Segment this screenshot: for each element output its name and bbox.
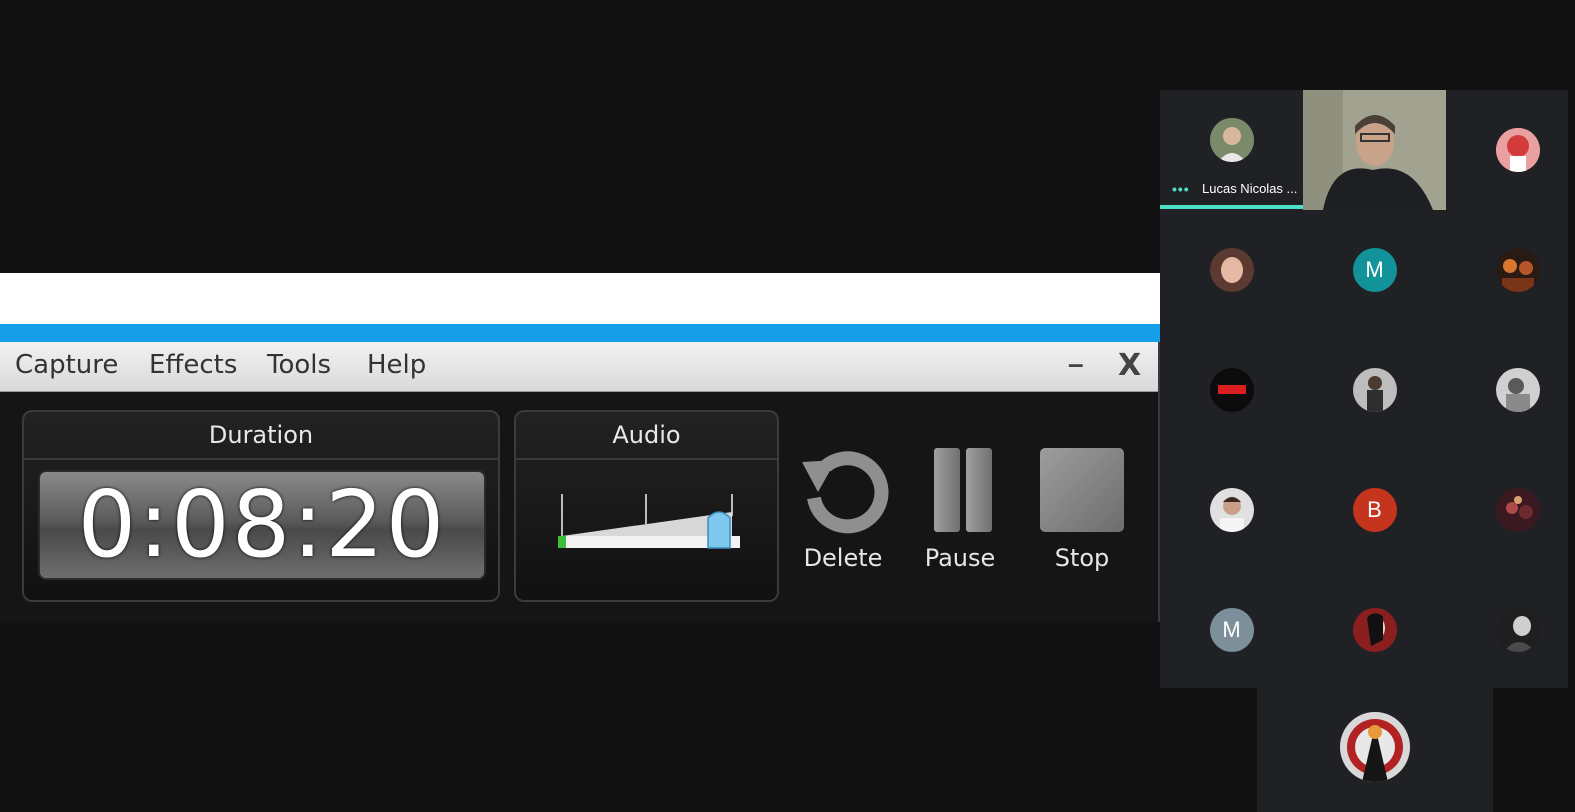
audio-title: Audio <box>516 412 777 460</box>
menu-bar: Capture Effects Tools Help – X <box>0 342 1158 392</box>
menu-effects[interactable]: Effects <box>149 350 237 380</box>
audio-panel: Audio <box>514 410 779 602</box>
participant-tile[interactable] <box>1160 210 1303 330</box>
delete-label: Delete <box>803 544 883 572</box>
participant-tile-large[interactable] <box>1340 712 1410 782</box>
avatar <box>1495 248 1540 292</box>
participant-tile[interactable]: B <box>1303 450 1446 570</box>
avatar <box>1352 608 1397 652</box>
participant-tile[interactable] <box>1446 90 1575 210</box>
avatar <box>1495 488 1540 532</box>
avatar: M <box>1352 248 1397 292</box>
avatar: B <box>1352 488 1397 532</box>
stop-icon <box>1040 448 1124 532</box>
close-button[interactable]: X <box>1118 348 1141 383</box>
participant-tile[interactable] <box>1303 330 1446 450</box>
participant-tile[interactable] <box>1446 210 1575 330</box>
participant-name: Lucas Nicolas ... <box>1202 181 1298 196</box>
menu-help[interactable]: Help <box>367 350 426 380</box>
avatar: M <box>1209 608 1254 652</box>
participant-tile-lucas[interactable]: ••• Lucas Nicolas ... <box>1160 90 1303 210</box>
delete-button[interactable]: Delete <box>796 446 890 576</box>
minimize-button[interactable]: – <box>1068 348 1084 380</box>
duration-panel: Duration 0:08:20 <box>22 410 500 602</box>
menu-tools[interactable]: Tools <box>267 350 331 380</box>
avatar <box>1209 248 1254 292</box>
audio-slider-thumb <box>707 511 731 549</box>
participant-video[interactable] <box>1303 90 1446 210</box>
menu-capture[interactable]: Capture <box>15 350 118 380</box>
pause-label: Pause <box>924 544 996 572</box>
duration-title: Duration <box>24 412 498 460</box>
duration-timer: 0:08:20 <box>38 470 486 580</box>
participant-grid: ••• Lucas Nicolas ... M B M <box>1160 90 1575 812</box>
window-white-area <box>0 273 1160 324</box>
shared-screen: Capture Effects Tools Help – X Duration … <box>0 0 1160 812</box>
participant-tile[interactable]: M <box>1303 210 1446 330</box>
recorder-window: Capture Effects Tools Help – X Duration … <box>0 342 1160 622</box>
participant-tile[interactable]: M <box>1160 570 1303 690</box>
participant-tile[interactable] <box>1160 330 1303 450</box>
avatar <box>1495 368 1540 412</box>
avatar <box>1209 368 1254 412</box>
avatar <box>1352 368 1397 412</box>
speaking-indicator: ••• <box>1172 181 1190 197</box>
audio-volume-slider[interactable] <box>556 492 742 552</box>
delete-icon <box>802 451 889 534</box>
avatar <box>1209 488 1254 532</box>
participant-tile[interactable] <box>1303 570 1446 690</box>
stop-label: Stop <box>1054 544 1110 572</box>
stop-button[interactable]: Stop <box>1036 446 1128 576</box>
avatar <box>1495 128 1540 172</box>
window-title-bar[interactable] <box>0 324 1160 342</box>
audio-level-fill <box>558 536 566 548</box>
pause-button[interactable]: Pause <box>920 446 1000 576</box>
participant-tile[interactable] <box>1446 450 1575 570</box>
participant-tile[interactable] <box>1446 330 1575 450</box>
avatar <box>1209 118 1254 162</box>
avatar <box>1495 608 1540 652</box>
participant-tile[interactable] <box>1446 570 1575 690</box>
participant-tile[interactable] <box>1160 450 1303 570</box>
active-speaker-bar <box>1160 205 1303 209</box>
